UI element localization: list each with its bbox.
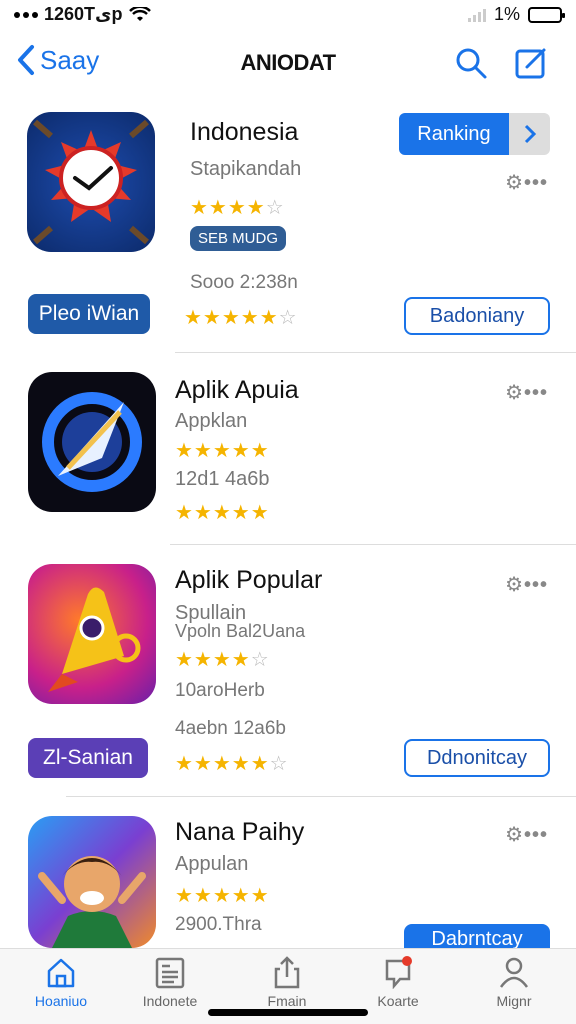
news-icon — [155, 957, 185, 989]
rating-stars: ★★★★☆ — [175, 649, 270, 671]
app-meta: 2900.Thra — [175, 914, 262, 935]
app-icon-compass — [28, 372, 156, 512]
tab-label: Koarte — [377, 993, 419, 1009]
app-icon-clock — [27, 112, 155, 252]
status-time: 1260Tیp — [44, 4, 123, 24]
home-indicator[interactable] — [208, 1009, 368, 1016]
app-meta: Sooo 2:238n — [190, 272, 298, 293]
rating-stars: ★★★★★ — [175, 885, 270, 907]
tab-bar: Hoaniuo Indonete Fmain Koarte Mignr — [0, 948, 576, 1024]
ranking-chevron-button[interactable] — [509, 113, 550, 155]
app-subtitle: Appulan — [175, 853, 249, 875]
more-options-icon[interactable]: ⚙••• — [505, 822, 548, 847]
app-meta: 12d1 4a6b — [175, 468, 270, 490]
app-icon-rocket — [28, 564, 156, 704]
rating-stars: ★★★★★ — [175, 440, 270, 462]
tab-label: Indonete — [142, 993, 198, 1009]
compose-icon[interactable] — [514, 46, 548, 80]
rating-stars: ★★★★★☆ — [175, 753, 289, 775]
more-options-icon[interactable]: ⚙••• — [505, 572, 548, 597]
divider — [170, 544, 576, 545]
signal-dots-icon — [14, 11, 38, 18]
app-subtitle: Appklan — [175, 410, 248, 432]
tab-news[interactable]: Indonete — [120, 955, 220, 1009]
tab-notifications[interactable]: Koarte — [348, 955, 448, 1009]
ranking-button[interactable]: Ranking — [399, 113, 509, 155]
page-title: ANIODAT — [240, 50, 336, 75]
more-options-icon[interactable]: ⚙••• — [505, 170, 548, 195]
battery-percent: 1% — [493, 4, 520, 24]
battery-icon — [528, 6, 565, 23]
app-name: Aplik Popular — [175, 566, 323, 594]
get-button[interactable]: Badoniany — [404, 297, 550, 335]
home-icon — [47, 958, 75, 988]
app-name: Indonesia — [190, 118, 299, 146]
rating-stars: ★★★★★☆ — [184, 307, 298, 329]
divider — [175, 352, 576, 353]
promo-badge[interactable]: Zl-Sanian — [28, 738, 148, 778]
cellular-signal-icon — [467, 8, 486, 22]
share-icon — [274, 956, 300, 989]
app-meta-secondary: 4aebn 12a6b — [175, 718, 286, 739]
rating-stars: ★★★★☆ — [190, 197, 285, 219]
search-icon[interactable] — [454, 46, 488, 80]
wifi-icon — [128, 6, 151, 21]
rating-stars: ★★★★★ — [175, 502, 270, 524]
tab-home[interactable]: Hoaniuo — [11, 955, 111, 1009]
divider — [66, 796, 576, 797]
get-button[interactable]: Ddnonitcay — [404, 739, 550, 777]
tab-profile[interactable]: Mignr — [464, 955, 564, 1009]
app-name: Nana Paihy — [175, 818, 305, 846]
app-tag: SEB MUDG — [190, 226, 287, 251]
status-bar: 1260Tیp 1% — [0, 0, 576, 30]
tab-share[interactable]: Fmain — [237, 955, 337, 1009]
tab-label: Mignr — [496, 993, 532, 1009]
tab-label: Fmain — [267, 993, 307, 1009]
app-subtitle: Stapikandah — [190, 158, 302, 180]
app-meta: 10aroHerb — [175, 680, 265, 701]
promo-badge[interactable]: Pleo iWian — [28, 294, 150, 334]
status-left: 1260Tیp — [14, 4, 151, 25]
navigation-bar: Saay ANIODAT — [0, 38, 576, 90]
status-right: 1% — [467, 4, 565, 25]
app-name: Aplik Apuia — [175, 376, 299, 404]
more-options-icon[interactable]: ⚙••• — [505, 380, 548, 405]
app-icon-character — [28, 816, 156, 948]
tab-label: Hoaniuo — [34, 993, 88, 1009]
app-subtitle-secondary: Vpoln Bal2Uana — [175, 621, 306, 641]
chevron-right-icon — [524, 124, 537, 144]
profile-icon — [499, 957, 529, 988]
notification-icon — [385, 956, 412, 989]
